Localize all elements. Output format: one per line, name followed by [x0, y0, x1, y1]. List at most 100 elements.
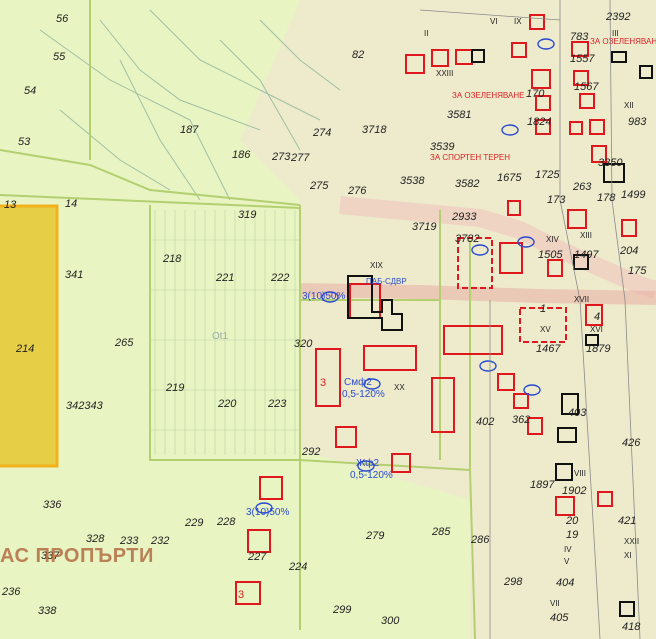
parcel-label[interactable]: 3582: [455, 179, 479, 190]
zone-sport-field: ЗА СПОРТЕН ТЕРЕН: [430, 153, 511, 162]
parcel-label[interactable]: 187: [180, 125, 198, 136]
parcel-label[interactable]: 178: [597, 193, 615, 204]
parcel-label[interactable]: 263: [573, 182, 591, 193]
parcel-label[interactable]: 426: [622, 438, 640, 449]
zone-green-1: ЗА ОЗЕЛЕНЯВАНЕ: [452, 91, 525, 100]
parcel-label[interactable]: 219: [166, 383, 184, 394]
roman-label: XIX: [370, 261, 383, 270]
parcel-label[interactable]: 3719: [412, 222, 436, 233]
parcel-label[interactable]: 274: [313, 128, 331, 139]
parcel-label[interactable]: 300: [381, 616, 399, 627]
parcel-label[interactable]: 405: [550, 613, 568, 624]
parcel-label[interactable]: 783: [570, 32, 588, 43]
parcel-label[interactable]: 983: [628, 117, 646, 128]
parcel-label[interactable]: 279: [366, 531, 384, 542]
parcel-label[interactable]: 222: [271, 273, 289, 284]
parcel-label[interactable]: 265: [115, 338, 133, 349]
parcel-label[interactable]: 221: [216, 273, 234, 284]
parcel-label[interactable]: 224: [289, 562, 307, 573]
parcel-label[interactable]: 1879: [586, 344, 610, 355]
parcel-label[interactable]: 275: [310, 181, 328, 192]
parcel-label[interactable]: 336: [43, 500, 61, 511]
parcel-label[interactable]: 220: [218, 399, 236, 410]
parcel-label[interactable]: 276: [348, 186, 366, 197]
parcel-label[interactable]: 1675: [497, 173, 521, 184]
parcel-label[interactable]: 342343: [66, 401, 103, 412]
roman-label: IV: [564, 545, 572, 554]
parcel-label[interactable]: 2392: [606, 12, 630, 23]
parcel-label[interactable]: 292: [302, 447, 320, 458]
watermark-text: АС ПРОПЪРТИ: [0, 545, 154, 567]
coverage-label: 0,5-120%: [342, 389, 385, 400]
parcel-label[interactable]: 298: [504, 577, 522, 588]
coverage-label: 0,5-120%: [350, 470, 393, 481]
parcel-label[interactable]: 3782: [455, 234, 479, 245]
parcel-label[interactable]: 13: [4, 200, 16, 211]
roman-label: IX: [514, 17, 522, 26]
parcel-label[interactable]: 218: [163, 254, 181, 265]
parcel-label[interactable]: 1725: [535, 170, 559, 181]
parcel-label[interactable]: 173: [547, 195, 565, 206]
roman-label: VI: [490, 17, 498, 26]
parcel-label[interactable]: 204: [620, 246, 638, 257]
parcel-label[interactable]: 170: [526, 89, 544, 100]
parcel-label[interactable]: 56: [56, 14, 68, 25]
parcel-label[interactable]: 404: [556, 578, 574, 589]
parcel-label[interactable]: 402: [476, 417, 494, 428]
parcel-label[interactable]: 175: [628, 266, 646, 277]
parcel-label[interactable]: 186: [232, 150, 250, 161]
parcel-label[interactable]: 421: [618, 516, 636, 527]
parcel-label[interactable]: 1567: [574, 82, 598, 93]
parcel-label[interactable]: 319: [238, 210, 256, 221]
parcel-label[interactable]: 2933: [452, 212, 476, 223]
roman-label: XVII: [574, 295, 590, 304]
parcel-label[interactable]: 82: [352, 50, 364, 61]
parcel-label[interactable]: 1505: [538, 250, 562, 261]
parcel-label[interactable]: 228: [217, 517, 235, 528]
parcel-label[interactable]: 277: [291, 153, 309, 164]
parcel-label[interactable]: 1902: [562, 486, 586, 497]
parcel-label[interactable]: 285: [432, 527, 450, 538]
parcel-label[interactable]: 1: [540, 304, 546, 315]
roman-label: XIV: [546, 235, 559, 244]
parcel-label[interactable]: 403: [568, 408, 586, 419]
parcel-label[interactable]: 338: [38, 606, 56, 617]
roman-label: XV: [540, 325, 551, 334]
parcel-label[interactable]: 3350: [598, 158, 622, 169]
roman-label: XIII: [580, 231, 593, 240]
parcel-label[interactable]: 1557: [570, 54, 594, 65]
road-edge: [299, 283, 656, 305]
parcel-label[interactable]: 3581: [447, 110, 471, 121]
parcel-label[interactable]: 320: [294, 339, 312, 350]
parcel-label[interactable]: 214: [16, 344, 34, 355]
parcel-label[interactable]: 1499: [621, 190, 645, 201]
parcel-label[interactable]: 53: [18, 137, 30, 148]
parcel-label[interactable]: 299: [333, 605, 351, 616]
parcel-label[interactable]: 223: [268, 399, 286, 410]
parcel-label[interactable]: 1824: [527, 117, 551, 128]
parcel-label[interactable]: 227: [248, 552, 266, 563]
parcel-label[interactable]: 341: [65, 270, 83, 281]
parcel-label[interactable]: 54: [24, 86, 36, 97]
parcel-label[interactable]: 3538: [400, 176, 424, 187]
parcel-label[interactable]: 286: [471, 535, 489, 546]
parcel-label[interactable]: 273: [272, 152, 290, 163]
parcel-label[interactable]: 1467: [536, 344, 560, 355]
parcel-label[interactable]: 20: [566, 516, 578, 527]
parcel-label[interactable]: 1497: [574, 250, 598, 261]
parcel-label[interactable]: 3718: [362, 125, 386, 136]
parcel-label[interactable]: 328: [86, 534, 104, 545]
parcel-label[interactable]: 229: [185, 518, 203, 529]
parcel-label[interactable]: 14: [65, 199, 77, 210]
parcel-label[interactable]: 19: [566, 530, 578, 541]
coverage-label: Жф2: [356, 458, 380, 469]
zone-green-2: ЗА ОЗЕЛЕНЯВАНЕ: [590, 37, 656, 46]
highlighted-parcel-214[interactable]: [0, 204, 59, 468]
parcel-label[interactable]: 236: [2, 587, 20, 598]
parcel-label[interactable]: 418: [622, 622, 640, 633]
parcel-label[interactable]: 4: [594, 312, 600, 323]
parcel-label[interactable]: 1897: [530, 480, 554, 491]
parcel-label[interactable]: 3539: [430, 142, 454, 153]
parcel-label[interactable]: 362: [512, 415, 530, 426]
parcel-label[interactable]: 55: [53, 52, 65, 63]
